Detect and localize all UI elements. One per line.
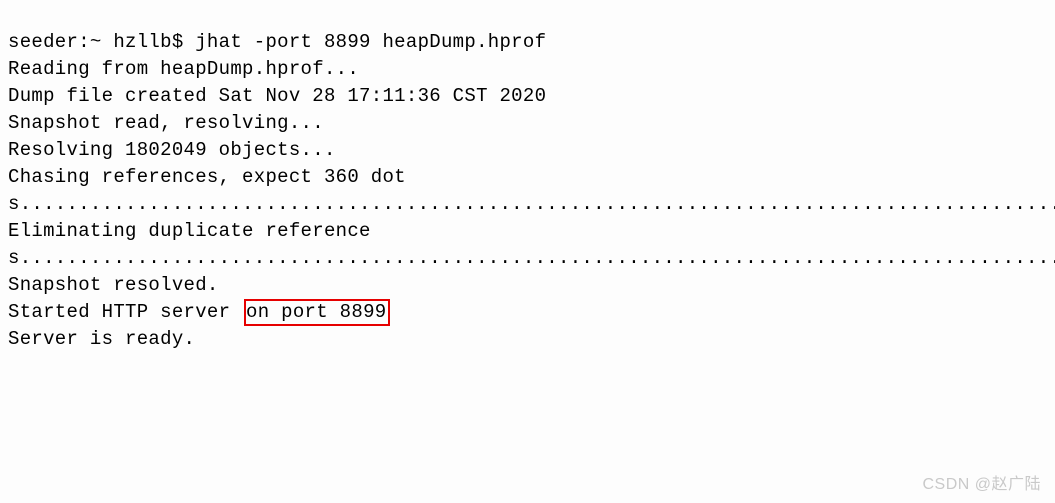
output-line: Snapshot read, resolving... bbox=[8, 110, 1047, 137]
output-line: Reading from heapDump.hprof... bbox=[8, 56, 1047, 83]
output-line: Dump file created Sat Nov 28 17:11:36 CS… bbox=[8, 83, 1047, 110]
server-started-prefix: Started HTTP server bbox=[8, 301, 242, 323]
command-prompt-line: seeder:~ hzllb$ jhat -port 8899 heapDump… bbox=[8, 29, 1047, 56]
output-line: Resolving 1802049 objects... bbox=[8, 137, 1047, 164]
port-highlight-box: on port 8899 bbox=[244, 299, 390, 326]
terminal-output: seeder:~ hzllb$ jhat -port 8899 heapDump… bbox=[8, 2, 1047, 353]
output-dots-block: Chasing references, expect 360 dots.....… bbox=[8, 166, 1055, 296]
server-ready-line: Server is ready. bbox=[8, 326, 1047, 353]
watermark-text: CSDN @赵广陆 bbox=[922, 474, 1041, 497]
